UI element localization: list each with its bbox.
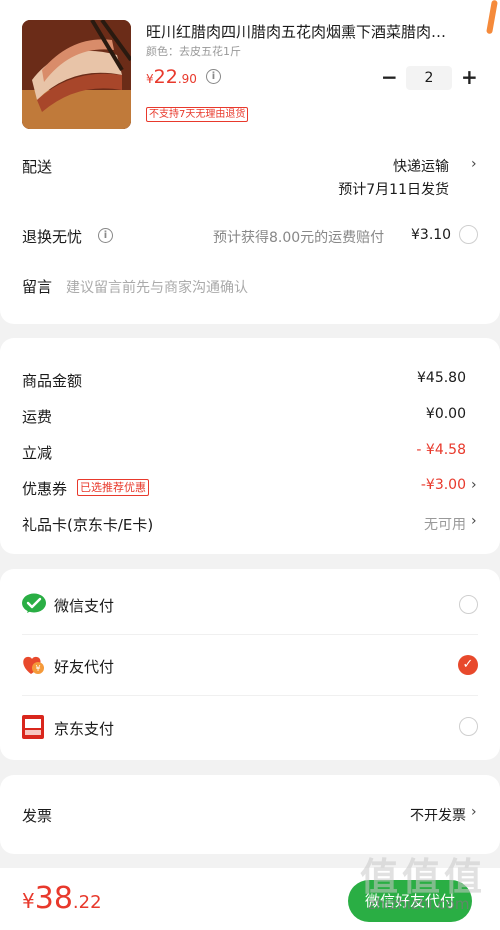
summary-discount-label: 立减 xyxy=(22,444,53,462)
summary-goods-value: ¥45.80 xyxy=(417,370,466,386)
invoice-chevron-icon[interactable]: › xyxy=(471,804,477,820)
divider xyxy=(22,634,478,635)
giftcard-chevron-icon[interactable]: › xyxy=(471,513,477,529)
payment-jd-label[interactable]: 京东支付 xyxy=(54,718,114,739)
payment-friend-label[interactable]: 好友代付 xyxy=(54,656,114,677)
return-worry-radio[interactable] xyxy=(459,225,478,244)
friend-pay-icon: ¥ xyxy=(22,654,46,676)
invoice-label: 发票 xyxy=(22,807,53,825)
coupon-recommended-tag: 已选推荐优惠 xyxy=(77,479,149,496)
payment-jd-radio[interactable] xyxy=(459,717,478,736)
total-price: ¥38.22 xyxy=(22,884,102,914)
summary-coupon-label: 优惠券 xyxy=(22,480,68,498)
total-decimal: .22 xyxy=(72,892,102,913)
message-label: 留言 xyxy=(22,278,53,296)
return-worry-label: 退换无忧 xyxy=(22,228,83,246)
summary-shipping-label: 运费 xyxy=(22,408,53,426)
return-policy-tag: 不支持7天无理由退货 xyxy=(146,107,249,122)
delivery-label: 配送 xyxy=(22,158,53,176)
summary-goods-label: 商品金额 xyxy=(22,372,83,390)
total-symbol: ¥ xyxy=(22,889,35,913)
divider xyxy=(22,695,478,696)
watermark-url: zhizhizhi.com xyxy=(368,895,470,913)
product-price: ¥22.90 xyxy=(146,66,197,88)
coupon-chevron-icon[interactable]: › xyxy=(471,477,477,493)
product-title[interactable]: 旺川红腊肉四川腊肉五花肉烟熏下酒菜腊肉… xyxy=(146,22,476,42)
summary-giftcard-value[interactable]: 无可用 xyxy=(424,514,466,534)
quantity-minus-button[interactable]: − xyxy=(381,67,398,87)
jd-pay-icon xyxy=(22,715,44,739)
payment-friend-radio-checked[interactable]: ✓ xyxy=(458,655,478,675)
return-worry-info-icon[interactable]: i xyxy=(98,228,113,243)
total-integer: 38 xyxy=(34,881,73,916)
svg-text:¥: ¥ xyxy=(35,664,40,673)
wechat-pay-icon xyxy=(22,593,46,615)
quantity-plus-button[interactable]: + xyxy=(461,67,478,87)
price-integer: 22 xyxy=(153,66,178,88)
delivery-chevron-icon[interactable]: › xyxy=(471,156,477,172)
delivery-method[interactable]: 快递运输 xyxy=(393,156,449,176)
product-variant: 颜色：去皮五花1斤 xyxy=(146,45,241,58)
summary-discount-value: - ¥4.58 xyxy=(416,442,466,458)
product-thumbnail[interactable] xyxy=(22,20,131,129)
payment-wechat-label[interactable]: 微信支付 xyxy=(54,595,114,616)
quantity-input[interactable]: 2 xyxy=(406,66,452,90)
return-worry-price: ¥3.10 xyxy=(411,227,452,243)
summary-shipping-value: ¥0.00 xyxy=(425,406,466,422)
watermark-logo: 值值值 xyxy=(360,855,487,899)
price-decimal: .90 xyxy=(177,72,197,86)
price-info-icon[interactable]: i xyxy=(206,69,221,84)
summary-coupon-value[interactable]: -¥3.00 xyxy=(421,477,466,493)
invoice-value[interactable]: 不开发票 xyxy=(410,805,466,825)
payment-wechat-radio[interactable] xyxy=(459,595,478,614)
price-symbol: ¥ xyxy=(146,72,154,86)
summary-giftcard-label: 礼品卡(京东卡/E卡) xyxy=(22,516,154,534)
delivery-estimate: 预计7月11日发货 xyxy=(338,182,449,198)
return-worry-desc: 预计获得8.00元的运费赔付 xyxy=(213,230,385,246)
message-input[interactable]: 建议留言前先与商家沟通确认 xyxy=(66,277,248,297)
